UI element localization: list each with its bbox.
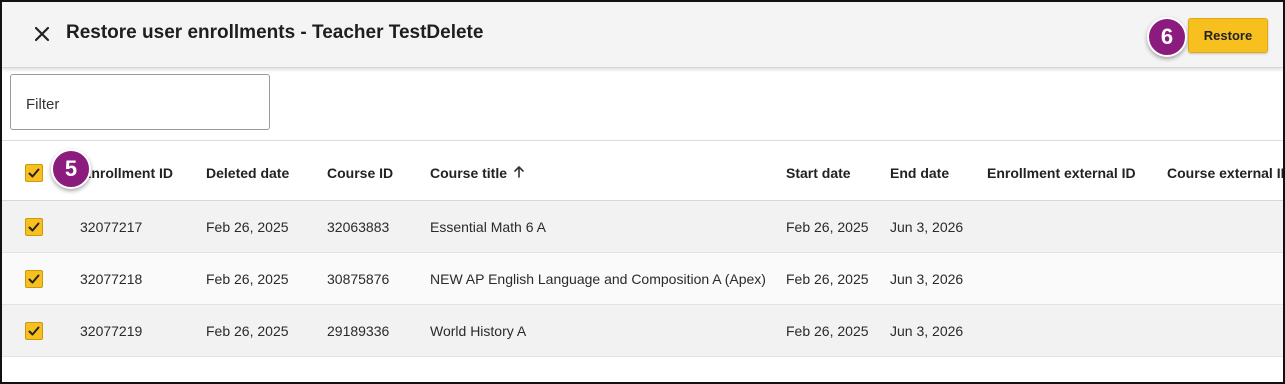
- divider: [2, 140, 1283, 141]
- deleted-date-cell: Feb 26, 2025: [206, 322, 289, 339]
- check-icon: [28, 222, 40, 231]
- start-date-cell: Feb 26, 2025: [786, 218, 869, 235]
- course-id-cell: 29189336: [327, 322, 390, 339]
- row-checkbox[interactable]: [25, 217, 43, 236]
- enrollment-id-cell: 32077218: [80, 270, 143, 287]
- end-date-cell: Jun 3, 2026: [890, 270, 964, 287]
- table-row[interactable]: 32077218 Feb 26, 2025 30875876 NEW AP En…: [2, 253, 1283, 305]
- start-date-cell: Feb 26, 2025: [786, 270, 869, 287]
- course-title-cell: NEW AP English Language and Composition …: [430, 270, 766, 287]
- dialog-header: Restore user enrollments - Teacher TestD…: [2, 2, 1283, 68]
- close-button[interactable]: [28, 20, 56, 48]
- column-header-end-date[interactable]: End date: [890, 146, 949, 200]
- row-checkbox[interactable]: [25, 321, 43, 340]
- check-icon: [28, 168, 40, 178]
- check-icon: [28, 326, 40, 335]
- deleted-date-cell: Feb 26, 2025: [206, 270, 289, 287]
- close-icon: [34, 26, 50, 42]
- course-id-cell: 32063883: [327, 218, 390, 235]
- column-header-enrollment-external-id[interactable]: Enrollment external ID: [987, 146, 1136, 200]
- end-date-cell: Jun 3, 2026: [890, 218, 964, 235]
- course-title-cell: Essential Math 6 A: [430, 218, 546, 235]
- enrollments-table: Enrollment ID Deleted date Course ID Cou…: [2, 146, 1283, 357]
- step-badge-6: 6: [1147, 17, 1187, 57]
- deleted-date-cell: Feb 26, 2025: [206, 218, 289, 235]
- column-header-course-id[interactable]: Course ID: [327, 146, 393, 200]
- table-row[interactable]: 32077217 Feb 26, 2025 32063883 Essential…: [2, 201, 1283, 253]
- restore-button[interactable]: Restore: [1188, 18, 1268, 53]
- course-id-cell: 30875876: [327, 270, 390, 287]
- enrollment-id-cell: 32077219: [80, 322, 143, 339]
- restore-enrollments-dialog: Restore user enrollments - Teacher TestD…: [0, 0, 1285, 384]
- end-date-cell: Jun 3, 2026: [890, 322, 964, 339]
- column-header-start-date[interactable]: Start date: [786, 146, 851, 200]
- column-header-course-title[interactable]: Course title: [430, 146, 525, 200]
- filter-input[interactable]: Filter: [10, 74, 270, 130]
- select-all-checkbox[interactable]: [25, 164, 43, 182]
- row-checkbox[interactable]: [25, 269, 43, 288]
- step-badge-5: 5: [51, 149, 91, 189]
- table-header-row: Enrollment ID Deleted date Course ID Cou…: [2, 146, 1283, 201]
- arrow-up-icon: [513, 165, 525, 182]
- check-icon: [28, 274, 40, 283]
- column-header-deleted-date[interactable]: Deleted date: [206, 146, 289, 200]
- column-header-enrollment-id[interactable]: Enrollment ID: [82, 146, 173, 200]
- course-title-cell: World History A: [430, 322, 527, 339]
- table-row[interactable]: 32077219 Feb 26, 2025 29189336 World His…: [2, 305, 1283, 357]
- column-header-course-title-label: Course title: [430, 165, 508, 181]
- start-date-cell: Feb 26, 2025: [786, 322, 869, 339]
- column-header-course-external-id[interactable]: Course external ID: [1167, 146, 1283, 200]
- enrollment-id-cell: 32077217: [80, 218, 143, 235]
- dialog-title: Restore user enrollments - Teacher TestD…: [66, 22, 484, 43]
